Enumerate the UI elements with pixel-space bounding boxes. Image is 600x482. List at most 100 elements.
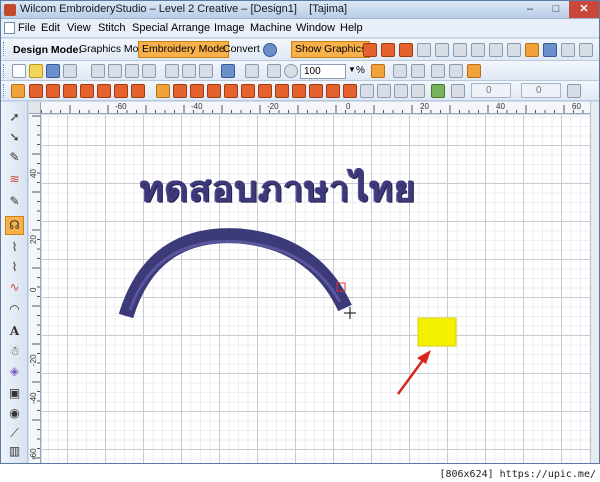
satin-fill-icon[interactable] <box>156 84 170 98</box>
stemstitch-icon[interactable] <box>97 84 111 98</box>
running-stitch-icon[interactable] <box>46 84 60 98</box>
print-preview-icon[interactable] <box>108 64 122 78</box>
menu-stitch[interactable]: Stitch <box>98 22 126 34</box>
minimize-button[interactable]: – <box>517 1 543 18</box>
fill-stitch-icon[interactable] <box>363 43 377 57</box>
cross-stitch-icon[interactable] <box>241 84 255 98</box>
backstitch-icon[interactable] <box>80 84 94 98</box>
menu-arrange[interactable]: Arrange <box>171 22 210 34</box>
wave-fill-icon[interactable] <box>224 84 238 98</box>
trapunto-icon[interactable] <box>377 84 391 98</box>
input-b-icon[interactable]: ⌇ <box>7 260 22 275</box>
applique-icon[interactable] <box>326 84 340 98</box>
tatami-fill-icon[interactable] <box>173 84 187 98</box>
program-split-icon[interactable] <box>190 84 204 98</box>
color-palette-icon[interactable] <box>543 43 557 57</box>
zigzag-tool-icon[interactable]: ≋ <box>7 172 22 187</box>
flatten-icon[interactable] <box>411 84 425 98</box>
stitch-spacing-field[interactable]: 0 <box>521 83 561 98</box>
globe-icon[interactable] <box>263 43 277 57</box>
new-file-icon[interactable] <box>12 64 26 78</box>
pattern-fill-icon[interactable] <box>207 84 221 98</box>
show-grid-icon[interactable] <box>371 64 385 78</box>
embroidery-mode-button[interactable]: Embroidery Mode <box>138 41 229 58</box>
cut-icon[interactable] <box>165 64 179 78</box>
curve-icon[interactable] <box>567 84 581 98</box>
show-stitches-icon[interactable] <box>393 64 407 78</box>
open-folder-icon[interactable] <box>29 64 43 78</box>
zoom-dropdown-icon[interactable]: ▼ <box>348 65 356 74</box>
star-fill-icon[interactable] <box>292 84 306 98</box>
stitch-type-icon[interactable] <box>11 84 25 98</box>
cursor-icon[interactable] <box>579 43 593 57</box>
lock-icon[interactable] <box>435 43 449 57</box>
input-c-icon[interactable]: ∿ <box>7 280 22 295</box>
show-graphics-button[interactable]: Show Graphics <box>291 41 371 58</box>
split-tool-icon[interactable]: ⟋ <box>7 426 22 441</box>
menu-edit[interactable]: Edit <box>41 22 60 34</box>
grid-icon[interactable] <box>471 43 485 57</box>
satin-stitch-icon[interactable] <box>381 43 395 57</box>
checkbox-icon[interactable] <box>411 64 425 78</box>
knife-icon[interactable] <box>417 43 431 57</box>
zoom-box-icon[interactable] <box>267 64 281 78</box>
frame-icon[interactable] <box>507 43 521 57</box>
zigzag-icon[interactable] <box>29 84 43 98</box>
close-button[interactable]: ✕ <box>569 1 599 18</box>
menu-image[interactable]: Image <box>214 22 245 34</box>
toolbar-grip[interactable] <box>3 64 6 78</box>
edit-nodes-icon[interactable]: ✎ <box>7 194 22 209</box>
digitize-tool-icon[interactable]: ☊ <box>5 216 24 235</box>
toolbar-grip[interactable] <box>3 84 6 98</box>
toolbar-grip[interactable] <box>3 42 6 56</box>
triple-stitch-icon[interactable] <box>63 84 77 98</box>
stitch-angle-field[interactable]: 0 <box>471 83 511 98</box>
hash-icon[interactable] <box>453 43 467 57</box>
contour-fill-icon[interactable] <box>258 84 272 98</box>
monogram-icon[interactable]: ◈ <box>7 364 22 379</box>
lettering-icon[interactable]: A <box>7 324 22 339</box>
settings-icon[interactable] <box>561 43 575 57</box>
artwork-icon[interactable] <box>467 64 481 78</box>
hoop-tool-icon[interactable]: ▣ <box>7 386 22 401</box>
blanket-stitch-icon[interactable] <box>114 84 128 98</box>
radial-fill-icon[interactable] <box>275 84 289 98</box>
vertical-scrollbar[interactable] <box>590 102 599 463</box>
input-a-icon[interactable]: ⌇ <box>7 240 22 255</box>
copy-icon[interactable] <box>182 64 196 78</box>
filter-icon[interactable] <box>449 64 463 78</box>
reshape-icon[interactable]: ➘ <box>7 130 22 145</box>
menu-file[interactable]: File <box>18 22 36 34</box>
redo-icon[interactable] <box>245 64 259 78</box>
convert-button[interactable]: Convert <box>219 41 264 58</box>
maximize-button[interactable]: □ <box>543 1 569 18</box>
paste-icon[interactable] <box>199 64 213 78</box>
magnifier-icon[interactable] <box>284 64 298 78</box>
measure-tool-icon[interactable]: ▥ <box>7 444 22 459</box>
sequin-icon[interactable] <box>309 84 323 98</box>
arc-tool-icon[interactable]: ◠ <box>7 302 22 317</box>
pencil-icon[interactable]: ✎ <box>7 150 22 165</box>
ripple-icon[interactable] <box>394 84 408 98</box>
menu-help[interactable]: Help <box>340 22 363 34</box>
send-to-machine-icon[interactable] <box>125 64 139 78</box>
menu-window[interactable]: Window <box>296 22 335 34</box>
needle-icon[interactable] <box>431 64 445 78</box>
stitch-player-icon[interactable] <box>142 64 156 78</box>
menu-view[interactable]: View <box>67 22 91 34</box>
trim-icon[interactable] <box>451 84 465 98</box>
outline-stitch-icon[interactable] <box>399 43 413 57</box>
document-icon[interactable] <box>4 22 15 34</box>
embroidery-lettering[interactable]: ทดสอบภาษาไทย <box>140 160 540 217</box>
menu-special[interactable]: Special <box>132 22 168 34</box>
export-icon[interactable] <box>63 64 77 78</box>
menu-machine[interactable]: Machine <box>250 22 292 34</box>
auto-jump-icon[interactable] <box>431 84 445 98</box>
print-icon[interactable] <box>91 64 105 78</box>
zoom-input[interactable]: 100 <box>300 64 346 79</box>
table-icon[interactable] <box>489 43 503 57</box>
textured-edge-icon[interactable] <box>343 84 357 98</box>
undo-icon[interactable] <box>221 64 235 78</box>
motif-stitch-icon[interactable] <box>131 84 145 98</box>
select-arrow-icon[interactable]: ➚ <box>7 110 22 125</box>
